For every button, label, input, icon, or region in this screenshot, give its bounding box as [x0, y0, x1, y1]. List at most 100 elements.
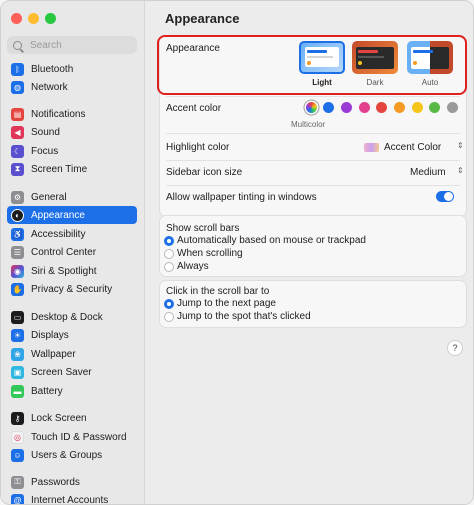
stepper-icon[interactable]: ⇕: [457, 166, 464, 175]
sidebar-item-general[interactable]: ⚙ General: [7, 188, 137, 206]
radio-jump-next-page[interactable]: [164, 299, 174, 309]
sidebar-item-label: Accessibility: [31, 228, 86, 240]
click-scroll-bar-label: Click in the scroll bar to: [166, 286, 270, 297]
wallpaper-tinting-label: Allow wallpaper tinting in windows: [166, 192, 317, 203]
sidebar-item-accessibility[interactable]: ♿ Accessibility: [7, 225, 137, 243]
close-button[interactable]: [11, 13, 22, 24]
sidebar-icon-size-label: Sidebar icon size: [166, 167, 243, 178]
sidebar-item-focus[interactable]: ☾ Focus: [7, 142, 137, 160]
sidebar-item-siri[interactable]: ◉ Siri & Spotlight: [7, 262, 137, 280]
sidebar-item-passwords[interactable]: ⚿ Passwords: [7, 473, 137, 491]
sidebar-item-displays[interactable]: ☀ Displays: [7, 326, 137, 344]
accent-swatch-orange[interactable]: [394, 102, 405, 113]
sidebar-item-label: Privacy & Security: [31, 283, 113, 295]
highlight-color-value[interactable]: Accent Color: [384, 142, 441, 153]
moon-icon: ☾: [11, 144, 24, 158]
control-center-icon: ☰: [11, 245, 24, 259]
divider: [166, 185, 460, 186]
radio-scroll-auto[interactable]: [164, 236, 174, 246]
sidebar-item-label: Internet Accounts: [31, 494, 109, 505]
search-placeholder: Search: [30, 39, 62, 51]
accent-swatch-yellow[interactable]: [412, 102, 423, 113]
key-icon: ⚿: [11, 475, 24, 489]
sidebar-item-network[interactable]: ◍ Network: [7, 78, 137, 96]
sidebar-item-label: Users & Groups: [31, 449, 103, 461]
sun-icon: ☀: [11, 328, 24, 342]
globe-icon: ◍: [11, 80, 24, 94]
sidebar-item-bluetooth[interactable]: ᛒ Bluetooth: [7, 60, 137, 78]
users-icon: ☺: [11, 448, 24, 462]
sidebar-item-label: Notifications: [31, 108, 86, 120]
divider: [166, 96, 460, 97]
radio-jump-to-spot[interactable]: [164, 312, 174, 322]
accent-swatch-red[interactable]: [376, 102, 387, 113]
sidebar: Search ᛒ Bluetooth ◍ Network ▤ Notification…: [1, 1, 145, 504]
radio-label: When scrolling: [177, 248, 243, 259]
sidebar-item-appearance[interactable]: ◐ Appearance: [7, 206, 137, 224]
sidebar-item-desktop-dock[interactable]: ▭ Desktop & Dock: [7, 308, 137, 326]
sidebar-item-control-center[interactable]: ☰ Control Center: [7, 243, 137, 261]
accent-swatch-multicolor[interactable]: [306, 102, 317, 113]
radio-label: Jump to the next page: [177, 298, 276, 309]
sidebar-item-label: Wallpaper: [31, 348, 76, 360]
sidebar-item-label: Screen Saver: [31, 366, 92, 378]
sidebar-item-screen-time[interactable]: ⧗ Screen Time: [7, 160, 137, 178]
highlight-color-swatch: [364, 143, 379, 152]
sidebar-item-label: Displays: [31, 329, 69, 341]
sidebar-item-label: Focus: [31, 145, 59, 157]
accent-swatch-purple[interactable]: [341, 102, 352, 113]
divider: [166, 160, 460, 161]
dock-icon: ▭: [11, 310, 24, 324]
sidebar-item-sound[interactable]: ◀ Sound: [7, 123, 137, 141]
gear-icon: ⚙: [11, 190, 24, 204]
sidebar-item-screen-saver[interactable]: ▣ Screen Saver: [7, 363, 137, 381]
sidebar-item-label: Bluetooth: [31, 63, 74, 75]
radio-label: Jump to the spot that's clicked: [177, 311, 311, 322]
speaker-icon: ◀: [11, 125, 24, 139]
at-icon: @: [11, 493, 24, 504]
scroll-bars-label: Show scroll bars: [166, 223, 240, 234]
lock-icon: ⚷: [11, 411, 24, 425]
settings-window: Search ᛒ Bluetooth ◍ Network ▤ Notification…: [0, 0, 474, 505]
minimize-button[interactable]: [28, 13, 39, 24]
battery-icon: ▬: [11, 384, 24, 398]
sidebar-item-label: Network: [31, 81, 68, 93]
search-icon: [13, 40, 22, 50]
radio-scroll-always[interactable]: [164, 262, 174, 272]
accent-swatch-pink[interactable]: [359, 102, 370, 113]
radio-scroll-when-scrolling[interactable]: [164, 249, 174, 259]
fingerprint-icon: ◎: [11, 430, 24, 444]
hourglass-icon: ⧗: [11, 162, 24, 176]
sidebar-item-internet-accounts[interactable]: @ Internet Accounts: [7, 491, 137, 505]
page-title: Appearance: [165, 11, 240, 26]
highlight-annotation-box: [157, 35, 467, 95]
stepper-icon[interactable]: ⇕: [457, 141, 464, 150]
sidebar-item-label: Control Center: [31, 246, 97, 258]
hand-icon: ✋: [11, 282, 24, 296]
radio-label: Always: [177, 261, 209, 272]
accent-swatch-blue[interactable]: [323, 102, 334, 113]
accent-swatch-graphite[interactable]: [447, 102, 458, 113]
search-input[interactable]: Search: [7, 36, 137, 54]
sidebar-item-battery[interactable]: ▬ Battery: [7, 382, 137, 400]
sidebar-item-lock-screen[interactable]: ⚷ Lock Screen: [7, 409, 137, 427]
accent-swatch-green[interactable]: [429, 102, 440, 113]
sidebar-item-label: Appearance: [31, 209, 85, 221]
sidebar-item-wallpaper[interactable]: ❀ Wallpaper: [7, 345, 137, 363]
zoom-button[interactable]: [45, 13, 56, 24]
sidebar-item-label: Touch ID & Password: [31, 431, 127, 443]
sidebar-item-users-groups[interactable]: ☺ Users & Groups: [7, 446, 137, 464]
sidebar-icon-size-value[interactable]: Medium: [410, 167, 446, 178]
wallpaper-tinting-toggle[interactable]: [436, 191, 454, 202]
sidebar-item-label: Desktop & Dock: [31, 311, 103, 323]
screen-saver-icon: ▣: [11, 365, 24, 379]
siri-icon: ◉: [11, 264, 24, 278]
main-pane: Appearance Appearance Accent color Highl…: [145, 1, 473, 504]
sidebar-item-notifications[interactable]: ▤ Notifications: [7, 105, 137, 123]
notifications-icon: ▤: [11, 107, 24, 121]
sidebar-item-privacy[interactable]: ✋ Privacy & Security: [7, 280, 137, 298]
accessibility-icon: ♿: [11, 227, 24, 241]
bluetooth-icon: ᛒ: [11, 62, 24, 76]
help-button[interactable]: ?: [447, 340, 463, 356]
sidebar-item-touch-id[interactable]: ◎ Touch ID & Password: [7, 428, 137, 446]
